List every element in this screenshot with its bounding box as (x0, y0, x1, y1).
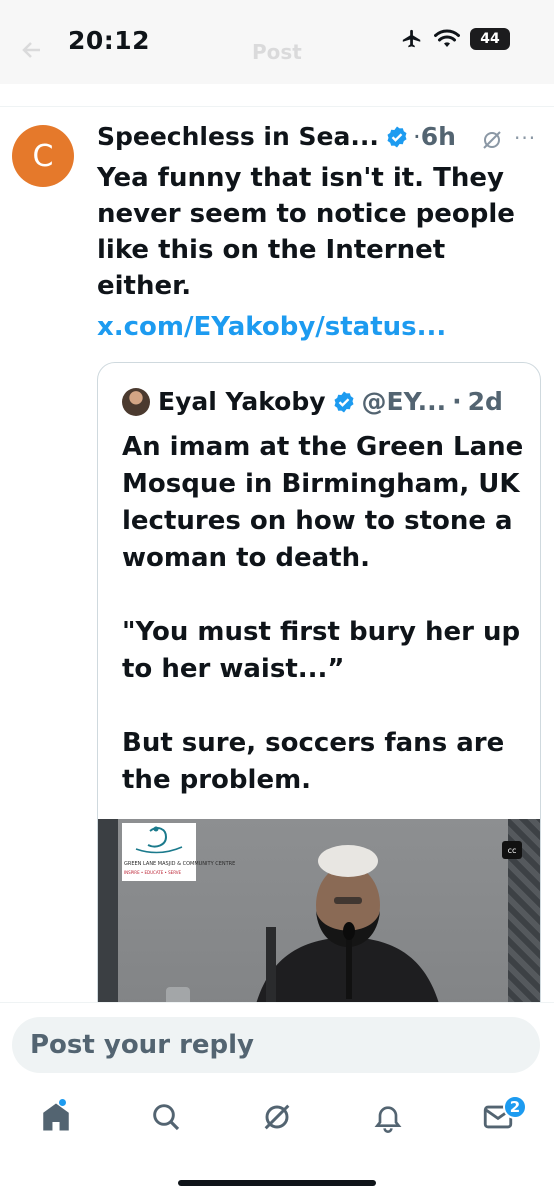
airplane-icon (402, 29, 421, 48)
reply-input[interactable]: Post your reply (12, 1017, 540, 1073)
status-time: 20:12 (68, 26, 151, 55)
author-avatar[interactable]: C (12, 125, 74, 187)
search-icon (153, 1104, 180, 1131)
logo-emblem-icon (135, 826, 183, 854)
quote-author-handle: @EY... (361, 387, 447, 416)
header-divider (0, 106, 554, 107)
home-indicator (178, 1180, 376, 1186)
quote-text: An imam at the Green Lane Mosque in Birm… (122, 432, 524, 795)
quote-time: 2d (467, 387, 503, 416)
mosque-logo: GREEN LANE MASJID & COMMUNITY CENTRE INS… (122, 823, 235, 881)
nav-search[interactable] (146, 1097, 186, 1137)
reply-placeholder: Post your reply (30, 1030, 254, 1060)
post-separator: · (412, 122, 421, 151)
header-title: Post (252, 40, 302, 64)
status-icons: 44 (400, 28, 510, 50)
grok-icon (264, 1104, 290, 1130)
status-bar: Post 20:12 44 (0, 0, 554, 84)
quote-header: Eyal Yakoby @EY... · 2d (122, 387, 503, 416)
author-name[interactable]: Speechless in Sea... (97, 122, 379, 151)
battery-indicator: 44 (470, 28, 510, 50)
quote-separator: · (452, 387, 462, 416)
quote-author-name: Eyal Yakoby (158, 387, 326, 416)
home-unread-dot (59, 1099, 66, 1106)
post-header: Speechless in Sea... · 6h (97, 122, 456, 151)
logo-tagline: INSPIRE • EDUCATE • SERVE (124, 870, 182, 875)
quote-author-avatar (122, 387, 150, 416)
post-link[interactable]: x.com/EYakoby/status... (97, 312, 446, 342)
verified-badge-icon (387, 126, 407, 147)
grok-icon[interactable] (480, 128, 504, 152)
logo-text: GREEN LANE MASJID & COMMUNITY CENTRE (124, 861, 236, 867)
more-options-icon[interactable]: ··· (514, 126, 536, 150)
bottom-navigation (0, 1097, 554, 1147)
verified-badge-icon (334, 391, 354, 412)
post-time: 6h (420, 122, 456, 151)
nav-notifications[interactable] (368, 1097, 408, 1137)
closed-captions-icon[interactable]: cc (502, 841, 522, 859)
bottom-bar: Post your reply 2 (0, 1002, 554, 1200)
nav-home[interactable] (36, 1097, 76, 1137)
home-icon (43, 1103, 69, 1131)
back-arrow-icon[interactable] (20, 38, 44, 62)
notifications-icon (374, 1106, 402, 1133)
wifi-icon (434, 29, 460, 47)
messages-badge: 2 (503, 1095, 527, 1119)
quoted-post-card[interactable]: Eyal Yakoby @EY... · 2d An imam at the G… (97, 362, 541, 1062)
post-text: Yea funny that isn't it. They never seem… (97, 163, 515, 301)
nav-grok[interactable] (257, 1097, 297, 1137)
